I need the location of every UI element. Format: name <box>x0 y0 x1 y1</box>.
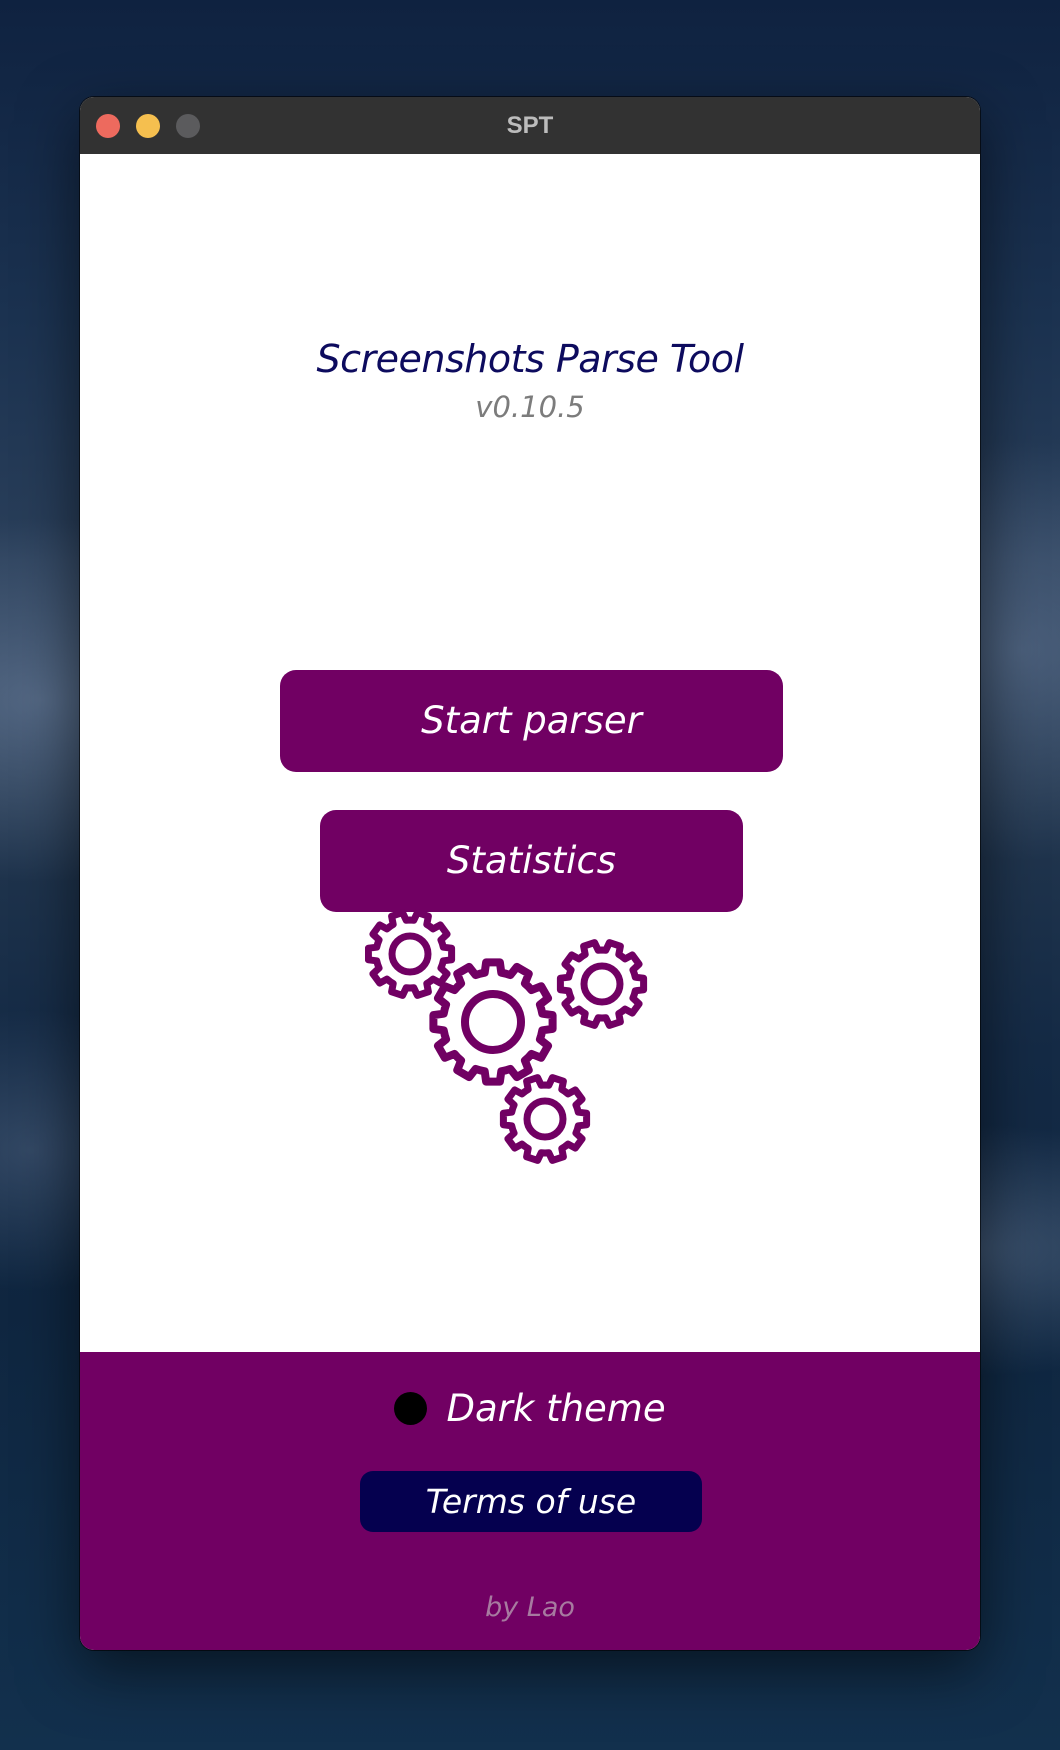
gear-2-outline <box>429 958 557 1086</box>
main-content: Screenshots Parse Tool v0.10.5 Start par… <box>80 154 980 1352</box>
gear-4-outline <box>499 1074 591 1164</box>
dark-theme-toggle-row[interactable]: Dark theme <box>80 1387 980 1443</box>
footer-panel: Dark theme Terms of use by Lao <box>80 1352 980 1650</box>
gear-3-outline <box>556 939 648 1029</box>
gear-1-outline <box>365 909 456 999</box>
gear-1-hole <box>388 932 432 976</box>
gears-icon <box>365 909 648 1164</box>
gear-2-hole <box>461 990 525 1054</box>
gear-3-hole <box>580 962 624 1006</box>
gear-4-hole <box>523 1097 567 1141</box>
title-bar[interactable]: SPT <box>80 97 980 155</box>
author-byline: by Lao <box>485 1592 575 1623</box>
start-parser-button[interactable]: Start parser <box>280 670 783 772</box>
app-window: SPT Screenshots Parse Tool v0.10.5 Start… <box>80 97 980 1650</box>
app-version: v0.10.5 <box>475 390 585 424</box>
dark-theme-toggle-icon[interactable] <box>394 1392 428 1425</box>
terms-of-use-button[interactable]: Terms of use <box>360 1471 702 1532</box>
statistics-button[interactable]: Statistics <box>320 810 743 912</box>
dark-theme-label[interactable]: Dark theme <box>447 1387 666 1430</box>
window-title: SPT <box>506 112 554 139</box>
app-title: Screenshots Parse Tool <box>316 337 744 381</box>
